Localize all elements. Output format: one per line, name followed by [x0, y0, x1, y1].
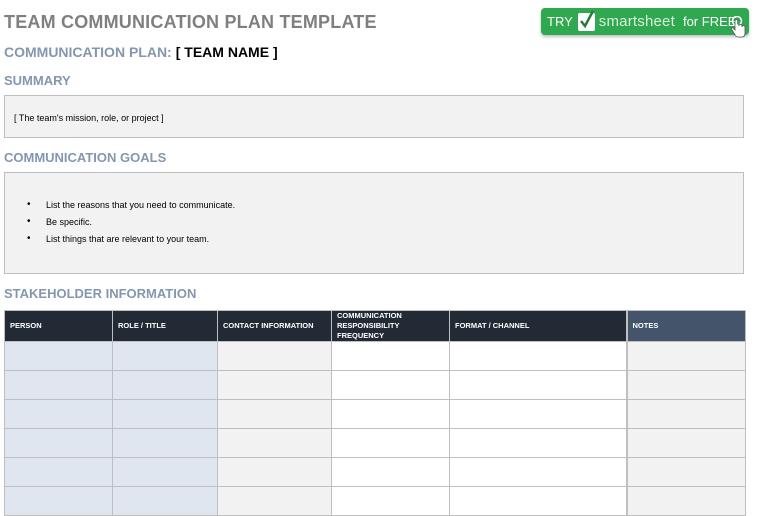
- table-row: [4, 341, 746, 371]
- table-cell[interactable]: [217, 341, 332, 371]
- cta-brand: smartsheet: [598, 13, 675, 30]
- table-row: [4, 457, 746, 487]
- summary-text: [ The team's mission, role, or project ]: [14, 113, 164, 123]
- table-cell[interactable]: [625, 428, 746, 458]
- table-cell[interactable]: [449, 457, 627, 487]
- table-cell[interactable]: [217, 428, 332, 458]
- stakeholder-table: PERSON ROLE / TITLE CONTACT INFORMATION …: [4, 310, 746, 516]
- table-cell[interactable]: [331, 341, 450, 371]
- list-item: Be specific.: [27, 217, 235, 234]
- communication-plan-line: COMMUNICATION PLAN:[ TEAM NAME ]: [4, 44, 278, 60]
- goals-list: List the reasons that you need to commun…: [27, 200, 235, 251]
- table-cell[interactable]: [449, 486, 627, 516]
- goals-heading: COMMUNICATION GOALS: [4, 150, 167, 165]
- table-cell[interactable]: [4, 370, 113, 400]
- table-cell[interactable]: [112, 428, 218, 458]
- try-smartsheet-button[interactable]: TRY smartsheet for FREE: [541, 8, 749, 38]
- table-row: [4, 399, 746, 429]
- hand-cursor-icon: [729, 15, 747, 41]
- table-cell[interactable]: [449, 399, 627, 429]
- table-cell[interactable]: [4, 399, 113, 429]
- table-cell[interactable]: [331, 370, 450, 400]
- goals-box[interactable]: List the reasons that you need to commun…: [4, 172, 744, 274]
- table-cell[interactable]: [4, 428, 113, 458]
- table-header-row: PERSON ROLE / TITLE CONTACT INFORMATION …: [4, 310, 746, 342]
- table-cell[interactable]: [331, 457, 450, 487]
- table-cell[interactable]: [112, 399, 218, 429]
- table-cell[interactable]: [449, 428, 627, 458]
- table-cell[interactable]: [331, 399, 450, 429]
- plan-label: COMMUNICATION PLAN:: [4, 44, 172, 60]
- table-cell[interactable]: [625, 370, 746, 400]
- table-cell[interactable]: [4, 486, 113, 516]
- table-cell[interactable]: [112, 341, 218, 371]
- table-cell[interactable]: [217, 457, 332, 487]
- checkmark-icon: [577, 9, 595, 31]
- table-row: [4, 370, 746, 400]
- table-cell[interactable]: [625, 399, 746, 429]
- column-header-role: ROLE / TITLE: [112, 310, 218, 342]
- table-cell[interactable]: [331, 428, 450, 458]
- table-cell[interactable]: [449, 370, 627, 400]
- cta-try-label: TRY: [547, 14, 573, 29]
- table-cell[interactable]: [331, 486, 450, 516]
- summary-heading: SUMMARY: [4, 73, 71, 88]
- table-cell[interactable]: [625, 341, 746, 371]
- table-cell[interactable]: [217, 486, 332, 516]
- table-cell[interactable]: [112, 457, 218, 487]
- table-cell[interactable]: [217, 370, 332, 400]
- column-header-frequency: COMMUNICATION RESPONSIBILITY FREQUENCY: [331, 310, 450, 342]
- list-item: List things that are relevant to your te…: [27, 234, 235, 251]
- table-cell[interactable]: [449, 341, 627, 371]
- table-row: [4, 486, 746, 516]
- page-title: TEAM COMMUNICATION PLAN TEMPLATE: [4, 12, 377, 32]
- table-cell[interactable]: [217, 399, 332, 429]
- column-header-person: PERSON: [4, 310, 113, 342]
- table-cell[interactable]: [625, 486, 746, 516]
- team-name-field[interactable]: [ TEAM NAME ]: [176, 44, 278, 60]
- table-cell[interactable]: [112, 486, 218, 516]
- list-item: List the reasons that you need to commun…: [27, 200, 235, 217]
- table-cell[interactable]: [4, 341, 113, 371]
- column-header-contact: CONTACT INFORMATION: [217, 310, 332, 342]
- column-header-format: FORMAT / CHANNEL: [449, 310, 627, 342]
- table-cell[interactable]: [4, 457, 113, 487]
- table-cell[interactable]: [625, 457, 746, 487]
- table-row: [4, 428, 746, 458]
- summary-box[interactable]: [ The team's mission, role, or project ]: [4, 95, 744, 138]
- column-header-notes: NOTES: [625, 310, 746, 342]
- table-cell[interactable]: [112, 370, 218, 400]
- stakeholder-heading: STAKEHOLDER INFORMATION: [4, 286, 197, 301]
